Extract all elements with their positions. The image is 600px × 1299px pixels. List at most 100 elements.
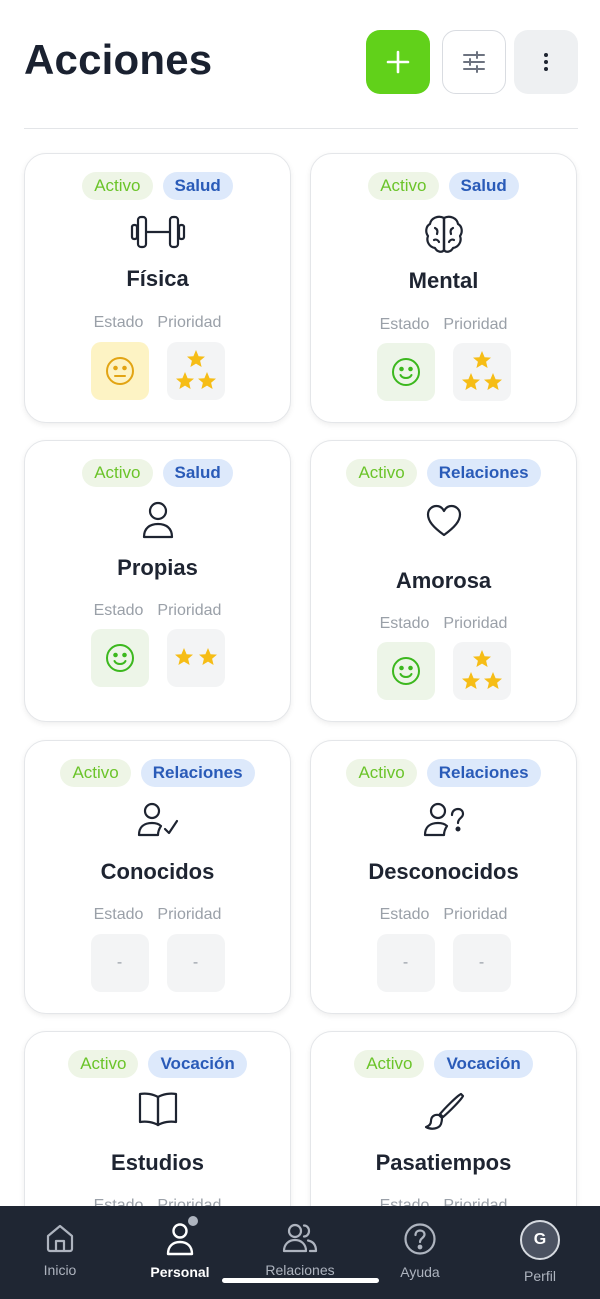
status-badge: Activo (60, 759, 131, 787)
more-options-button[interactable] (514, 30, 578, 94)
smile-face-icon (391, 657, 420, 685)
status-badge: Activo (346, 759, 417, 787)
prioridad-box[interactable]: - (166, 934, 225, 992)
nav-item-ayuda[interactable]: Ayuda (360, 1222, 480, 1280)
category-badge: Salud (162, 172, 233, 200)
prioridad-label: Prioridad (443, 316, 508, 333)
three-stars-icon (461, 351, 502, 390)
card-tags: Activo Relaciones (311, 459, 576, 487)
three-stars-icon (461, 650, 502, 689)
action-card-fisica[interactable]: Activo Salud Física Estado Prioridad (24, 153, 291, 423)
status-badge: Activo (368, 172, 439, 200)
card-labels: Estado Prioridad (311, 316, 576, 334)
estado-box[interactable] (376, 642, 435, 700)
sliders-icon (463, 51, 485, 73)
header-divider (24, 128, 578, 129)
card-title: Amorosa (395, 568, 492, 593)
action-card-estudios[interactable]: Activo Vocación Estudios Estado Priorida… (24, 1031, 291, 1207)
users-icon (282, 1223, 318, 1253)
smile-face-icon (105, 644, 134, 672)
card-title: Física (126, 266, 189, 291)
dumbbell-icon (25, 212, 290, 252)
three-stars-icon (175, 350, 216, 389)
brush-icon (311, 1090, 576, 1132)
card-tags: Activo Salud (25, 459, 290, 487)
status-badge: Activo (68, 1050, 139, 1078)
card-labels: Estado Prioridad (311, 615, 576, 633)
more-vertical-icon (544, 53, 548, 71)
filter-button[interactable] (442, 30, 506, 94)
estado-label: Estado (93, 906, 144, 923)
home-icon (46, 1224, 74, 1253)
card-title: Estudios (111, 1150, 204, 1175)
add-button[interactable] (366, 30, 430, 94)
action-card-mental[interactable]: Activo Salud Mental Estado Prioridad (310, 153, 577, 423)
prioridad-box[interactable] (166, 342, 225, 400)
estado-box[interactable] (90, 629, 149, 687)
card-labels: Estado Prioridad (25, 602, 290, 620)
prioridad-label: Prioridad (157, 906, 222, 923)
nav-item-perfil[interactable]: G Perfil (480, 1220, 600, 1284)
avatar: G (520, 1220, 560, 1260)
nav-label: Personal (150, 1264, 210, 1280)
nav-item-relaciones[interactable]: Relaciones (240, 1222, 360, 1278)
card-labels: Estado Prioridad (25, 906, 290, 924)
status-badge: Activo (82, 459, 153, 487)
action-card-pasatiempos[interactable]: Activo Vocación Pasatiempos Estado Prior… (310, 1031, 577, 1207)
action-card-desconocidos[interactable]: Activo Relaciones Desconocidos Estado Pr… (310, 740, 577, 1014)
nav-item-inicio[interactable]: Inicio (0, 1222, 120, 1278)
nav-label: Ayuda (400, 1264, 440, 1280)
prioridad-label: Prioridad (443, 615, 508, 632)
home-indicator (222, 1278, 379, 1283)
card-labels: Estado Prioridad (311, 906, 576, 924)
user-icon (25, 499, 290, 541)
person-icon (166, 1223, 194, 1256)
actions-grid: Activo Salud Física Estado Prioridad Act… (0, 0, 600, 1207)
estado-label: Estado (379, 615, 430, 632)
category-badge: Vocación (434, 1050, 533, 1078)
category-badge: Salud (448, 172, 519, 200)
category-badge: Vocación (148, 1050, 247, 1078)
estado-box[interactable]: - (90, 934, 149, 992)
estado-label: Estado (379, 316, 430, 333)
status-badge: Activo (82, 172, 153, 200)
estado-box[interactable]: - (376, 934, 435, 992)
nav-label: Perfil (524, 1268, 556, 1284)
bottom-nav: Inicio Personal Relaciones Ayuda G Perfi… (0, 1206, 600, 1299)
action-card-amorosa[interactable]: Activo Relaciones Amorosa Estado Priorid… (310, 440, 577, 722)
estado-empty-value: - (116, 954, 123, 971)
nav-item-personal[interactable]: Personal (120, 1216, 240, 1280)
action-card-conocidos[interactable]: Activo Relaciones Conocidos Estado Prior… (24, 740, 291, 1014)
card-tags: Activo Relaciones (311, 759, 576, 787)
card-title: Pasatiempos (375, 1150, 512, 1175)
prioridad-box[interactable] (166, 629, 225, 687)
estado-label: Estado (93, 602, 144, 619)
page-title: Acciones (24, 36, 213, 83)
action-card-propias[interactable]: Activo Salud Propias Estado Prioridad (24, 440, 291, 722)
estado-box[interactable] (376, 343, 435, 401)
card-title: Propias (117, 555, 198, 580)
prioridad-empty-value: - (478, 954, 485, 971)
card-title: Desconocidos (368, 859, 519, 884)
neutral-face-icon (105, 357, 134, 385)
estado-empty-value: - (402, 954, 409, 971)
prioridad-label: Prioridad (443, 906, 508, 923)
book-icon (25, 1090, 290, 1128)
status-badge: Activo (346, 459, 417, 487)
prioridad-box[interactable] (452, 343, 511, 401)
estado-box[interactable] (90, 342, 149, 400)
page-header: Acciones (0, 0, 600, 130)
prioridad-box[interactable]: - (452, 934, 511, 992)
card-title: Conocidos (100, 859, 215, 884)
card-tags: Activo Relaciones (25, 759, 290, 787)
user-question-icon (311, 801, 576, 839)
prioridad-empty-value: - (192, 954, 199, 971)
user-check-icon (25, 801, 290, 839)
category-badge: Salud (162, 459, 233, 487)
card-title: Mental (408, 268, 479, 293)
card-tags: Activo Vocación (311, 1050, 576, 1078)
help-circle-icon (404, 1223, 436, 1255)
prioridad-box[interactable] (452, 642, 511, 700)
estado-label: Estado (379, 906, 430, 923)
smile-face-icon (391, 358, 420, 386)
